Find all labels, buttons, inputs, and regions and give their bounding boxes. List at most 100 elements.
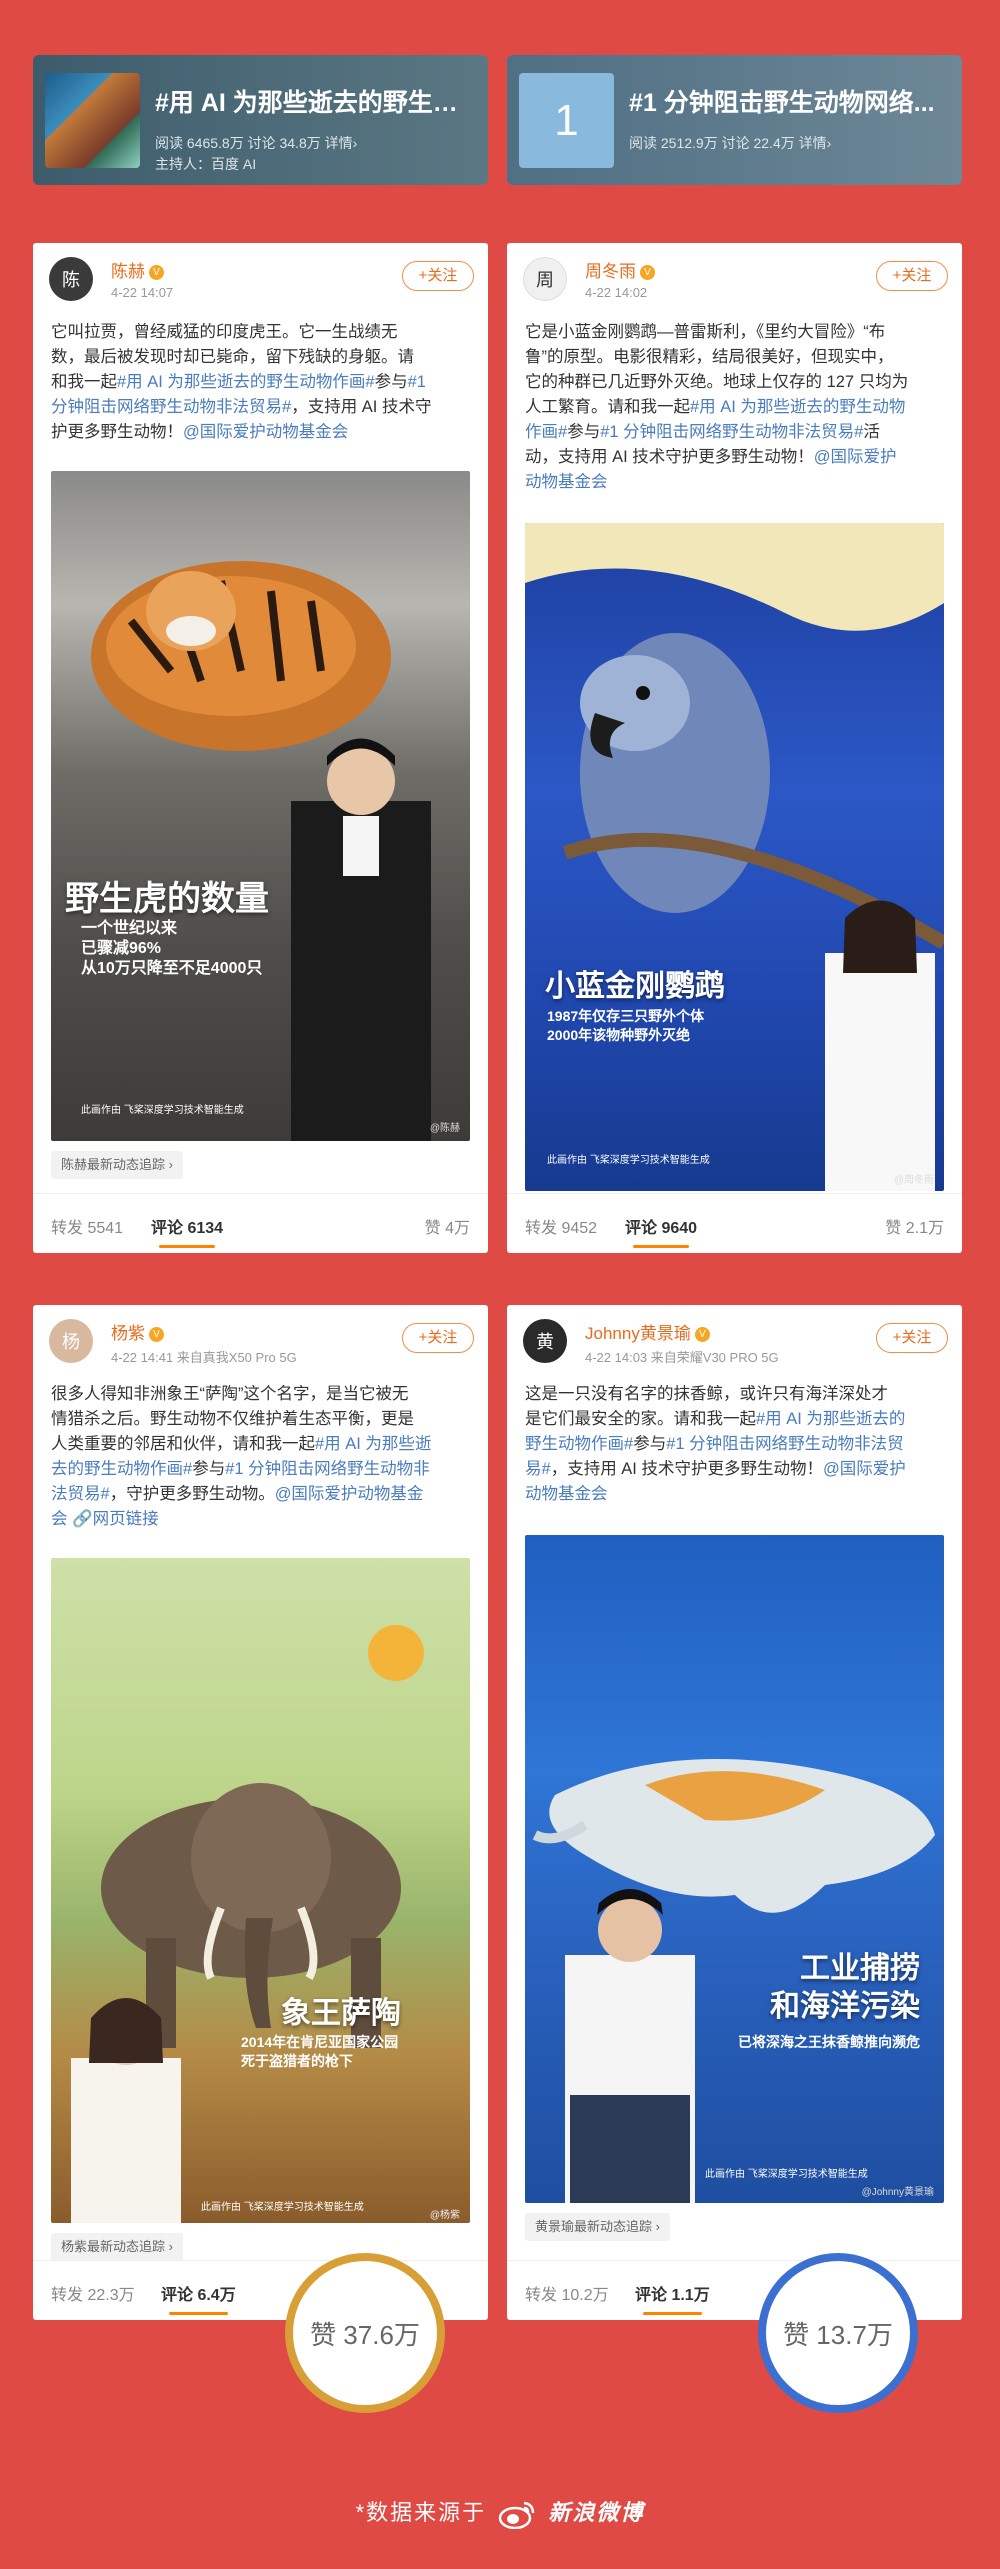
mention-link[interactable]: 会 xyxy=(51,1510,72,1528)
topic-title: #1 分钟阻击野生动物网络... xyxy=(629,89,935,117)
follow-button[interactable]: +关注 xyxy=(876,261,948,291)
follow-button[interactable]: +关注 xyxy=(402,1323,474,1353)
poster-credit: 此画作由 飞桨深度学习技术智能生成 xyxy=(81,1105,244,1116)
weibo-post-card: 黄 Johnny黄景瑜 V 4-22 14:03 来自荣耀V30 PRO 5G +… xyxy=(507,1305,962,2320)
like-count-highlight[interactable]: 赞 13.7万 xyxy=(758,2253,918,2413)
hashtag-link[interactable]: 野生动物作画# xyxy=(525,1435,633,1453)
hashtag-link[interactable]: 作画# xyxy=(525,423,567,441)
poster-subtitle: 已将深海之王抹香鲸推向濒危 xyxy=(738,2034,920,2050)
hashtag-link[interactable]: 法贸易# xyxy=(51,1485,110,1503)
watermark: @杨紫 xyxy=(429,2210,460,2221)
post-time: 4-22 14:41 来自真我X50 Pro 5G xyxy=(111,1350,297,1365)
verified-badge-icon: V xyxy=(149,1327,164,1343)
like-count-highlight[interactable]: 赞 37.6万 xyxy=(285,2253,445,2413)
post-time: 4-22 14:07 xyxy=(111,285,174,300)
like-button[interactable]: 赞 4万 xyxy=(425,1214,470,1238)
topic-meta: 阅读 2512.9万 讨论 22.4万 详情› xyxy=(629,135,832,151)
follow-button[interactable]: +关注 xyxy=(876,1323,948,1353)
hashtag-link[interactable]: #1 分钟阻击网络野生动物非法贸易# xyxy=(600,423,863,441)
user-name[interactable]: Johnny黄景瑜 V xyxy=(585,1319,710,1344)
post-actions: 转发 9452 评论 9640 赞 2.1万 xyxy=(507,1193,962,1253)
repost-button[interactable]: 转发 5541 xyxy=(51,1214,123,1238)
user-name[interactable]: 杨紫 V xyxy=(111,1319,164,1344)
mention-link[interactable]: 动物基金会 xyxy=(525,473,608,491)
hashtag-link[interactable]: #用 AI 为那些逝去的 xyxy=(756,1410,905,1428)
repost-button[interactable]: 转发 10.2万 xyxy=(525,2281,609,2305)
weibo-post-card: 杨 杨紫 V 4-22 14:41 来自真我X50 Pro 5G +关注 很多人得… xyxy=(33,1305,488,2320)
hashtag-link[interactable]: #用 AI 为那些逝 xyxy=(315,1435,431,1453)
comment-button[interactable]: 评论 1.1万 xyxy=(635,2281,710,2315)
comment-button[interactable]: 评论 6.4万 xyxy=(161,2281,236,2315)
poster-subtitle: 2014年在肯尼亚国家公园 死于盗猎者的枪下 xyxy=(241,2034,399,2069)
avatar[interactable]: 周 xyxy=(523,257,567,301)
elephant-illustration xyxy=(71,1625,424,2223)
mention-link[interactable]: @国际爱护 xyxy=(823,1460,906,1478)
mention-link[interactable]: @国际爱护动物基金会 xyxy=(183,423,348,441)
update-tracker-link[interactable]: 黄景瑜最新动态追踪 › xyxy=(525,2213,670,2241)
hashtag-link[interactable]: 去的野生动物作画# xyxy=(51,1460,192,1478)
avatar[interactable]: 陈 xyxy=(49,257,93,301)
hashtag-link[interactable]: 易# xyxy=(525,1460,551,1478)
repost-button[interactable]: 转发 22.3万 xyxy=(51,2281,135,2305)
verified-badge-icon: V xyxy=(149,265,164,281)
mention-link[interactable]: @国际爱护 xyxy=(814,448,897,466)
update-tracker-link[interactable]: 杨紫最新动态追踪 › xyxy=(51,2233,183,2261)
update-tracker-link[interactable]: 陈赫最新动态追踪 › xyxy=(51,1151,183,1179)
topic-card-ai-paint[interactable]: #用 AI 为那些逝去的野生动... 阅读 6465.8万 讨论 34.8万 详… xyxy=(33,55,488,185)
mention-link[interactable]: @国际爱护动物基金 xyxy=(275,1485,424,1503)
post-actions: 转发 5541 评论 6134 赞 4万 xyxy=(33,1193,488,1253)
post-time: 4-22 14:02 xyxy=(585,285,648,300)
avatar[interactable]: 黄 xyxy=(523,1319,567,1363)
poster-title: 工业捕捞 和海洋污染 xyxy=(770,1952,920,2023)
poster-title: 野生虎的数量 xyxy=(65,880,269,918)
verified-badge-icon: V xyxy=(694,1327,710,1343)
hashtag-link[interactable]: #1 xyxy=(408,373,426,391)
post-text: 这是一只没有名字的抹香鲸，或许只有海洋深处才 是它们最安全的家。请和我一起#用 … xyxy=(525,1385,906,1503)
hashtag-link[interactable]: #用 AI 为那些逝去的野生动物作画# xyxy=(117,373,375,391)
weibo-logo-icon xyxy=(499,2501,535,2530)
poster-title: 小蓝金刚鹦鹉 xyxy=(545,970,725,1003)
brand-name: 新浪微博 xyxy=(548,2500,645,2525)
comment-button[interactable]: 评论 6134 xyxy=(151,1214,223,1248)
user-name[interactable]: 周冬雨 V xyxy=(585,257,655,282)
poster-image[interactable]: 小蓝金刚鹦鹉 1987年仅存三只野外个体 2000年该物种野外灭绝 此画作由 飞… xyxy=(525,523,944,1191)
hashtag-link[interactable]: #1 分钟阻击网络野生动物非 xyxy=(225,1460,429,1478)
data-source-note: *数据来源于 新浪微博 xyxy=(0,2495,1000,2530)
verified-badge-icon: V xyxy=(640,265,655,281)
hashtag-link[interactable]: #1 分钟阻击网络野生动物非法贸 xyxy=(666,1435,903,1453)
post-text: 它叫拉贾，曾经威猛的印度虎王。它一生战绩无 数，最后被发现时却已毙命，留下残缺的… xyxy=(51,323,432,441)
post-time: 4-22 14:03 来自荣耀V30 PRO 5G xyxy=(585,1350,779,1365)
whale-illustration xyxy=(532,1759,935,2203)
macaw-illustration xyxy=(525,523,944,1191)
poster-subtitle: 1987年仅存三只野外个体 2000年该物种野外灭绝 xyxy=(547,1008,705,1043)
hashtag-link[interactable]: 分钟阻击网络野生动物非法贸易# xyxy=(51,398,291,416)
weibo-post-card: 周 周冬雨 V 4-22 14:02 +关注 它是小蓝金刚鹦鹉—普雷斯利，《里约大… xyxy=(507,243,962,1253)
tiger-illustration xyxy=(91,561,431,1141)
post-text: 很多人得知非洲象王“萨陶”这个名字，是当它被无 情猎杀之后。野生动物不仅维护着生… xyxy=(51,1385,432,1528)
watermark: @Johnny黄景瑜 xyxy=(861,2187,934,2198)
poster-image[interactable]: 工业捕捞 和海洋污染 已将深海之王抹香鲸推向濒危 此画作由 飞桨深度学习技术智能… xyxy=(525,1535,944,2203)
follow-button[interactable]: +关注 xyxy=(402,261,474,291)
poster-credit: 此画作由 飞桨深度学习技术智能生成 xyxy=(705,2169,868,2180)
poster-image[interactable]: 象王萨陶 2014年在肯尼亚国家公园 死于盗猎者的枪下 此画作由 飞桨深度学习技… xyxy=(51,1558,470,2223)
mention-link[interactable]: 动物基金会 xyxy=(525,1485,608,1503)
poster-subtitle: 一个世纪以来 已骤减96% 从10万只降至不足4000只 xyxy=(81,920,263,977)
watermark: @周冬雨 xyxy=(893,1175,934,1186)
avatar[interactable]: 杨 xyxy=(49,1319,93,1363)
comment-button[interactable]: 评论 9640 xyxy=(625,1214,697,1248)
poster-title: 象王萨陶 xyxy=(281,1997,401,2030)
topic-rank-badge: 1 xyxy=(519,73,614,168)
poster-credit: 此画作由 飞桨深度学习技术智能生成 xyxy=(547,1155,710,1166)
web-link[interactable]: 🔗网页链接 xyxy=(72,1510,159,1528)
topic-meta: 阅读 6465.8万 讨论 34.8万 详情› xyxy=(155,135,358,151)
watermark: @陈赫 xyxy=(429,1123,460,1134)
post-text: 它是小蓝金刚鹦鹉—普雷斯利，《里约大冒险》“布 鲁”的原型。电影很精彩，结局很美… xyxy=(525,323,909,491)
poster-image[interactable]: 野生虎的数量 一个世纪以来 已骤减96% 从10万只降至不足4000只 此画作由… xyxy=(51,471,470,1141)
hashtag-link[interactable]: #用 AI 为那些逝去的野生动物 xyxy=(690,398,905,416)
repost-button[interactable]: 转发 9452 xyxy=(525,1214,597,1238)
topic-card-wildlife-trade[interactable]: 1 #1 分钟阻击野生动物网络... 阅读 2512.9万 讨论 22.4万 详… xyxy=(507,55,962,185)
user-name[interactable]: 陈赫 V xyxy=(111,257,164,282)
topic-thumbnail xyxy=(45,73,140,168)
like-button[interactable]: 赞 2.1万 xyxy=(885,1214,944,1238)
poster-credit: 此画作由 飞桨深度学习技术智能生成 xyxy=(201,2202,364,2213)
